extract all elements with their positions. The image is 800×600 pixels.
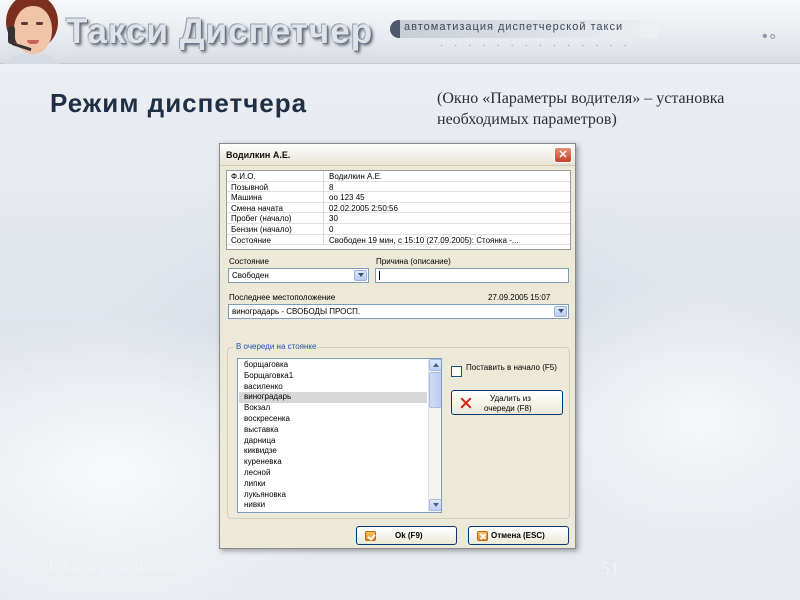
remove-button-label-line2: очереди (F8) xyxy=(484,404,532,413)
property-key: Ф.И.О. xyxy=(231,172,256,181)
tagline-text: автоматизация диспетчерской такси xyxy=(404,21,624,33)
slide-caption: (Окно «Параметры водителя» – установка н… xyxy=(437,90,725,128)
list-item[interactable]: лукьяновка xyxy=(239,490,427,501)
last-location-label: Последнее местоположение xyxy=(229,293,336,302)
put-first-checkbox[interactable] xyxy=(451,366,462,377)
property-row: Ф.И.О. Водилкин А.Е. xyxy=(227,171,570,182)
property-row: Состояние Свободен 19 мин, с 15:10 (27.0… xyxy=(227,234,570,246)
state-label: Состояние xyxy=(229,257,269,266)
property-value: Свободен 19 мин, с 15:10 (27.09.2005): С… xyxy=(329,235,519,245)
text-caret xyxy=(379,271,380,280)
property-row: Смена начата 02.02.2005 2:50:56 xyxy=(227,202,570,214)
state-select[interactable]: Свободен xyxy=(228,268,369,283)
dialog-titlebar[interactable]: Водилкин А.Е. ✕ xyxy=(220,144,575,166)
property-value: Водилкин А.Е. xyxy=(329,172,383,181)
footer-brand: F-Group Software xyxy=(48,555,180,575)
property-key: Машина xyxy=(231,193,262,203)
list-item[interactable]: борщаговка xyxy=(239,360,427,371)
header-banner: Такси Диспетчер автоматизация диспетчерс… xyxy=(0,0,800,64)
property-value: 02.02.2005 2:50:56 xyxy=(329,203,398,213)
list-item[interactable]: лесной xyxy=(239,468,427,479)
property-row: Пробег (начало) 30 xyxy=(227,213,570,224)
app-name-logo: Такси Диспетчер xyxy=(66,12,374,51)
chevron-down-icon[interactable] xyxy=(354,270,367,281)
reason-label: Причина (описание) xyxy=(376,257,451,266)
page-number: 51 xyxy=(600,558,620,580)
driver-properties-grid: Ф.И.О. Водилкин А.Е. Позывной 8 Машина о… xyxy=(226,170,571,250)
property-key: Смена начата xyxy=(231,203,283,213)
chevron-down-icon[interactable] xyxy=(554,306,567,317)
scroll-thumb[interactable] xyxy=(429,372,441,408)
operator-avatar xyxy=(0,0,62,64)
property-key: Пробег (начало) xyxy=(231,214,292,224)
property-row: Машина оо 123 45 xyxy=(227,192,570,203)
property-value: оо 123 45 xyxy=(329,193,365,203)
list-item[interactable]: дарница xyxy=(239,436,427,447)
scroll-down-icon[interactable] xyxy=(429,499,441,511)
checkmark-icon xyxy=(365,531,376,541)
state-select-value: Свободен xyxy=(232,271,269,280)
property-key: Состояние xyxy=(231,235,271,245)
list-item[interactable]: липки xyxy=(239,479,427,490)
list-item[interactable]: василенко xyxy=(239,382,427,393)
cancel-x-icon xyxy=(477,531,488,541)
queue-group-legend: В очереди на стоянке xyxy=(234,342,319,351)
list-item[interactable]: киквидзе xyxy=(239,446,427,457)
put-first-label[interactable]: Поставить в начало (F5) xyxy=(466,363,566,373)
decorative-bubbles: •∘ xyxy=(762,28,778,45)
list-item[interactable]: нивки xyxy=(239,500,427,511)
ok-button-label: Ok (F9) xyxy=(395,531,423,540)
property-key: Позывной xyxy=(231,182,269,192)
scroll-up-icon[interactable] xyxy=(429,359,441,371)
close-button[interactable]: ✕ xyxy=(554,147,572,163)
property-row: Позывной 8 xyxy=(227,181,570,193)
remove-button-label-line1: Удалить из xyxy=(490,394,531,403)
slide-title: Режим диспетчера xyxy=(50,88,308,118)
last-location-select[interactable]: виноградарь - СВОБОДЫ ПРОСП. xyxy=(228,304,569,319)
list-item[interactable]: воскресенка xyxy=(239,414,427,425)
delete-x-icon xyxy=(460,397,472,409)
parking-queue-list[interactable]: борщаговка Борщаговка1 василенко виногра… xyxy=(237,358,442,513)
reason-input[interactable] xyxy=(375,268,569,283)
property-row: Бензин (начало) 0 xyxy=(227,224,570,235)
list-item[interactable]: Борщаговка1 xyxy=(239,371,427,382)
list-scrollbar[interactable] xyxy=(428,359,441,512)
ok-button[interactable]: Ok (F9) xyxy=(356,526,457,545)
driver-parameters-dialog: Водилкин А.Е. ✕ Ф.И.О. Водилкин А.Е. Поз… xyxy=(219,143,576,549)
property-value: 0 xyxy=(329,225,334,234)
remove-from-queue-button[interactable]: Удалить из очереди (F8) xyxy=(451,390,563,415)
property-key: Бензин (начало) xyxy=(231,225,292,234)
cancel-button-label: Отмена (ESC) xyxy=(491,531,545,540)
last-location-value: виноградарь - СВОБОДЫ ПРОСП. xyxy=(232,307,361,316)
last-location-timestamp: 27.09.2005 15:07 xyxy=(488,293,551,302)
cancel-button[interactable]: Отмена (ESC) xyxy=(468,526,569,545)
property-value: 8 xyxy=(329,182,334,192)
list-item[interactable]: выставка xyxy=(239,425,427,436)
dialog-title: Водилкин А.Е. xyxy=(226,150,291,160)
property-value: 30 xyxy=(329,214,338,224)
list-item-selected[interactable]: виноградарь xyxy=(239,392,427,404)
decorative-dots: · · · · · · · · · · · · · · xyxy=(440,40,631,51)
list-item[interactable]: Вокзал xyxy=(239,403,427,414)
list-item[interactable]: куреневка xyxy=(239,457,427,468)
